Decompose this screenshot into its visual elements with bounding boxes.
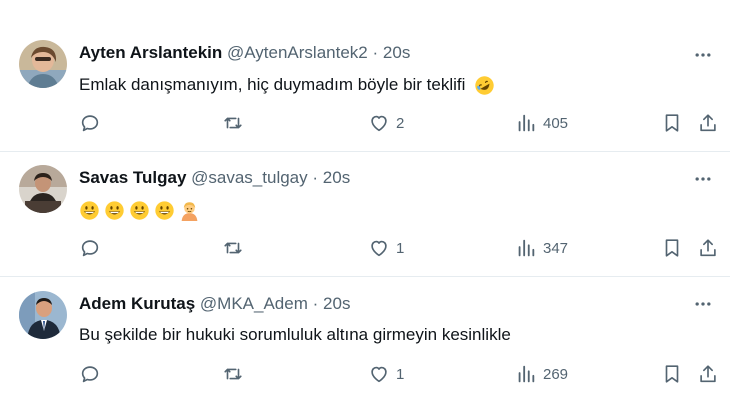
views-button[interactable]: 347 bbox=[515, 236, 568, 260]
views-button[interactable]: 405 bbox=[515, 111, 568, 135]
share-icon bbox=[700, 239, 716, 257]
like-button[interactable]: 2 bbox=[368, 111, 404, 135]
retweet-button[interactable] bbox=[222, 111, 244, 135]
reply-feed: Ayten Arslantekin @AytenArslantek2 · 20s… bbox=[0, 0, 730, 420]
bookmark-icon bbox=[665, 239, 679, 257]
avatar[interactable] bbox=[19, 165, 67, 213]
share-icon bbox=[700, 365, 716, 383]
retweet-icon bbox=[224, 117, 242, 129]
heart-icon bbox=[371, 240, 387, 257]
share-button[interactable] bbox=[697, 111, 719, 135]
bookmark-button[interactable] bbox=[661, 236, 683, 260]
reply-button[interactable] bbox=[79, 236, 101, 260]
tweet-header: Savas Tulgay @savas_tulgay · 20s bbox=[79, 167, 350, 189]
tweet-text: Emlak danışmanıyım, hiç duymadım böyle b… bbox=[79, 74, 499, 96]
retweet-icon bbox=[224, 242, 242, 254]
tweet-actions: 2 405 bbox=[0, 111, 730, 135]
separator: · bbox=[372, 43, 379, 62]
timestamp[interactable]: 20s bbox=[323, 168, 350, 187]
bookmark-button[interactable] bbox=[661, 111, 683, 135]
tweet-header: Adem Kurutaş @MKA_Adem · 20s bbox=[79, 293, 350, 315]
tweet-header: Ayten Arslantekin @AytenArslantek2 · 20s bbox=[79, 42, 410, 64]
more-icon[interactable] bbox=[692, 168, 714, 190]
bookmark-icon bbox=[665, 365, 679, 383]
like-count: 1 bbox=[396, 239, 405, 257]
tweet[interactable]: Adem Kurutaş @MKA_Adem · 20s Bu şekilde … bbox=[0, 277, 730, 420]
reply-button[interactable] bbox=[79, 111, 101, 135]
retweet-icon bbox=[224, 368, 242, 380]
display-name[interactable]: Savas Tulgay bbox=[79, 168, 186, 187]
more-icon[interactable] bbox=[692, 293, 714, 315]
avatar[interactable] bbox=[19, 40, 67, 88]
tweet-text-content: Emlak danışmanıyım, hiç duymadım böyle b… bbox=[79, 75, 466, 94]
separator: · bbox=[312, 168, 319, 187]
reply-icon bbox=[81, 240, 99, 257]
user-handle[interactable]: @AytenArslantek2 bbox=[227, 43, 368, 62]
heart-icon bbox=[371, 366, 387, 383]
rolling-laughing-emoji bbox=[474, 75, 495, 96]
avatar[interactable] bbox=[19, 291, 67, 339]
display-name[interactable]: Adem Kurutaş bbox=[79, 294, 195, 313]
tweet[interactable]: Ayten Arslantekin @AytenArslantek2 · 20s… bbox=[0, 28, 730, 152]
bookmark-icon bbox=[665, 114, 679, 132]
like-count: 2 bbox=[396, 114, 405, 132]
user-handle[interactable]: @MKA_Adem bbox=[200, 294, 308, 313]
view-count: 269 bbox=[543, 365, 569, 383]
views-icon bbox=[518, 365, 535, 383]
share-icon bbox=[700, 114, 716, 132]
like-button[interactable]: 1 bbox=[368, 236, 404, 260]
timestamp[interactable]: 20s bbox=[383, 43, 410, 62]
separator: · bbox=[312, 294, 319, 313]
grinning-face-emoji bbox=[104, 200, 125, 221]
tweet[interactable]: Savas Tulgay @savas_tulgay · 20s 1 347 bbox=[0, 152, 730, 277]
tweet-text-content: Bu şekilde bir hukuki sorumluluk altına … bbox=[79, 325, 511, 344]
share-button[interactable] bbox=[697, 362, 719, 386]
more-icon[interactable] bbox=[692, 44, 714, 66]
view-count: 405 bbox=[543, 114, 569, 132]
tweet-text bbox=[79, 199, 204, 222]
tweet-text: Bu şekilde bir hukuki sorumluluk altına … bbox=[79, 324, 511, 346]
retweet-button[interactable] bbox=[222, 236, 244, 260]
display-name[interactable]: Ayten Arslantekin bbox=[79, 43, 222, 62]
user-handle[interactable]: @savas_tulgay bbox=[191, 168, 308, 187]
retweet-button[interactable] bbox=[222, 362, 244, 386]
view-count: 347 bbox=[543, 239, 569, 257]
reply-icon bbox=[81, 115, 99, 132]
like-button[interactable]: 1 bbox=[368, 362, 404, 386]
bookmark-button[interactable] bbox=[661, 362, 683, 386]
grinning-face-emoji bbox=[79, 200, 100, 221]
reply-button[interactable] bbox=[79, 362, 101, 386]
share-button[interactable] bbox=[697, 236, 719, 260]
grinning-face-emoji bbox=[154, 200, 175, 221]
views-icon bbox=[518, 239, 535, 257]
tweet-actions: 1 347 bbox=[0, 236, 730, 260]
heart-icon bbox=[371, 115, 387, 132]
timestamp[interactable]: 20s bbox=[323, 294, 350, 313]
person-gesturing-emoji bbox=[179, 200, 200, 222]
reply-icon bbox=[81, 366, 99, 383]
views-button[interactable]: 269 bbox=[515, 362, 568, 386]
like-count: 1 bbox=[396, 365, 405, 383]
grinning-face-emoji bbox=[129, 200, 150, 221]
views-icon bbox=[518, 114, 535, 132]
tweet-actions: 1 269 bbox=[0, 362, 730, 386]
